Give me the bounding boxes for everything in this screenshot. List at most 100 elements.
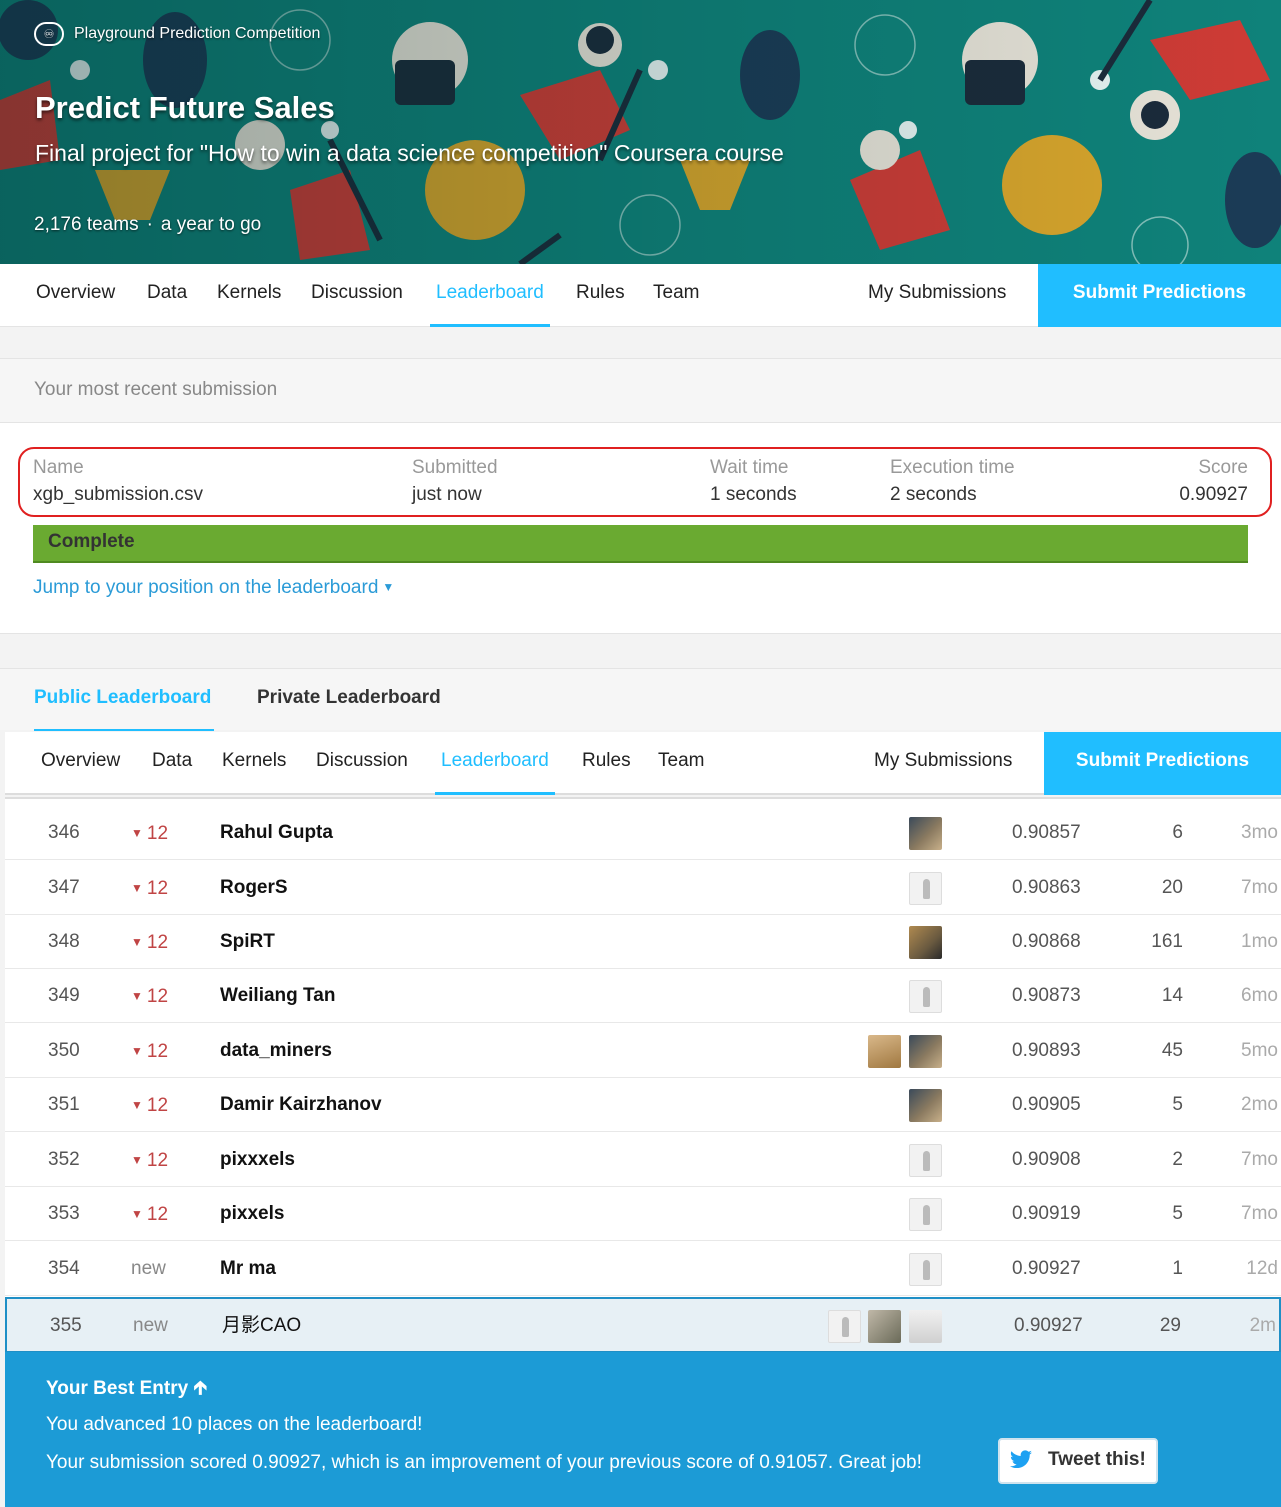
competition-nav: Overview Data Kernels Discussion Leaderb…	[0, 264, 1281, 327]
avatar[interactable]	[909, 817, 942, 850]
tab-discussion[interactable]: Discussion	[311, 264, 403, 327]
score: 0.90927	[1014, 1315, 1083, 1336]
jump-to-position-link[interactable]: Jump to your position on the leaderboard…	[33, 577, 394, 599]
team-name[interactable]: pixxels	[220, 1187, 284, 1241]
tab-team[interactable]: Team	[653, 264, 699, 327]
tab-kernels[interactable]: Kernels	[217, 264, 281, 327]
table-row[interactable]: 347 ▼ 12 RogerS 0.90863 20 7mo	[5, 861, 1281, 915]
rank-change: ▼ 12	[131, 1150, 169, 1171]
tab-data[interactable]: Data	[147, 264, 187, 327]
default-avatar[interactable]	[909, 980, 942, 1013]
team-name[interactable]: pixxxels	[220, 1133, 295, 1187]
submitted-header: Submitted	[412, 457, 498, 478]
table-row[interactable]: 351 ▼ 12 Damir Kairzhanov 0.90905 5 2mo	[5, 1078, 1281, 1132]
team-name[interactable]: Rahul Gupta	[220, 806, 333, 860]
submission-summary: Name xgb_submission.csv Submitted just n…	[18, 447, 1272, 517]
team-name[interactable]: Mr ma	[220, 1242, 276, 1296]
team-name[interactable]: data_miners	[220, 1024, 332, 1078]
default-avatar[interactable]	[909, 1253, 942, 1286]
tab-overview[interactable]: Overview	[36, 264, 115, 327]
score-improvement-message: Your submission scored 0.90927, which is…	[46, 1452, 922, 1473]
submit-predictions-button[interactable]: Submit Predictions	[1038, 264, 1281, 327]
avatar[interactable]	[868, 1310, 901, 1343]
team-name[interactable]: SpiRT	[220, 915, 275, 969]
competition-title: Predict Future Sales	[35, 90, 335, 125]
entries: 14	[1161, 985, 1183, 1006]
submitted-value: just now	[412, 484, 482, 505]
execution-time-header: Execution time	[890, 457, 1015, 478]
tab-rules[interactable]: Rules	[582, 732, 631, 795]
submission-filename: xgb_submission.csv	[33, 484, 204, 505]
table-row[interactable]: 352 ▼ 12 pixxxels 0.90908 2 7mo	[5, 1133, 1281, 1187]
score: 0.90908	[1012, 1149, 1081, 1170]
submit-predictions-button[interactable]: Submit Predictions	[1044, 732, 1281, 795]
tab-data[interactable]: Data	[152, 732, 192, 795]
down-arrow-icon: ▼	[131, 1153, 143, 1167]
deadline: a year to go	[160, 214, 262, 235]
score: 0.90905	[1012, 1094, 1081, 1115]
tab-leaderboard[interactable]: Leaderboard	[435, 732, 555, 795]
table-row[interactable]: 349 ▼ 12 Weiliang Tan 0.90873 14 6mo	[5, 969, 1281, 1023]
tab-team[interactable]: Team	[658, 732, 704, 795]
score: 0.90927	[1012, 1258, 1081, 1279]
score: 0.90863	[1012, 877, 1081, 898]
entries: 6	[1172, 822, 1183, 843]
tab-overview[interactable]: Overview	[41, 732, 120, 795]
rank: 355	[50, 1315, 82, 1336]
team-name[interactable]: Damir Kairzhanov	[220, 1078, 382, 1132]
playground-icon: ♾	[34, 22, 64, 46]
rank: 347	[48, 877, 80, 898]
default-avatar[interactable]	[909, 1198, 942, 1231]
last-submission: 7mo	[1241, 877, 1278, 898]
avatar[interactable]	[909, 1035, 942, 1068]
tab-kernels[interactable]: Kernels	[222, 732, 286, 795]
avatar[interactable]	[909, 1089, 942, 1122]
table-row[interactable]: 346 ▼ 12 Rahul Gupta 0.90857 6 3mo	[5, 806, 1281, 860]
rank-change: ▼ 12	[131, 1095, 169, 1116]
tab-private-leaderboard[interactable]: Private Leaderboard	[257, 687, 441, 709]
entries: 20	[1161, 877, 1183, 898]
entries: 29	[1159, 1315, 1181, 1336]
avatar[interactable]	[868, 1035, 901, 1068]
rank: 352	[48, 1149, 80, 1170]
my-submissions-link[interactable]: My Submissions	[874, 732, 1012, 795]
table-row[interactable]: 348 ▼ 12 SpiRT 0.90868 161 1mo	[5, 915, 1281, 969]
last-submission: 2mo	[1241, 1094, 1278, 1115]
rank-change: ▼ 12	[131, 878, 169, 899]
table-row[interactable]: 354 new Mr ma 0.90927 1 12d	[5, 1242, 1281, 1296]
avatar[interactable]	[909, 926, 942, 959]
table-row[interactable]: 350 ▼ 12 data_miners 0.90893 45 5mo	[5, 1024, 1281, 1078]
table-row[interactable]: 353 ▼ 12 pixxels 0.90919 5 7mo	[5, 1187, 1281, 1241]
team-name[interactable]: Weiliang Tan	[220, 969, 335, 1023]
down-arrow-icon: ▼	[131, 935, 143, 949]
my-submissions-link[interactable]: My Submissions	[868, 264, 1006, 327]
rank-change: ▼ 12	[131, 1204, 169, 1225]
default-avatar[interactable]	[909, 872, 942, 905]
name-header: Name	[33, 457, 84, 478]
rank: 353	[48, 1203, 80, 1224]
default-avatar[interactable]	[828, 1310, 861, 1343]
rank: 354	[48, 1258, 80, 1279]
tab-discussion[interactable]: Discussion	[316, 732, 408, 795]
down-arrow-icon: ▼	[131, 1044, 143, 1058]
down-arrow-icon: ▼	[131, 989, 143, 1003]
competition-meta: 2,176 teams · a year to go	[34, 214, 262, 235]
entries: 161	[1151, 931, 1183, 952]
tab-leaderboard[interactable]: Leaderboard	[430, 264, 550, 327]
tab-public-leaderboard[interactable]: Public Leaderboard	[34, 687, 215, 731]
rank: 349	[48, 985, 80, 1006]
tweet-button[interactable]: Tweet this!	[998, 1438, 1158, 1484]
last-submission: 3mo	[1241, 822, 1278, 843]
last-submission: 6mo	[1241, 985, 1278, 1006]
last-submission: 7mo	[1241, 1203, 1278, 1224]
default-avatar[interactable]	[909, 1144, 942, 1177]
entries: 5	[1172, 1203, 1183, 1224]
table-row-current-user[interactable]: 355 new 月影CAO 0.90927 29 2m	[5, 1297, 1281, 1353]
avatar[interactable]	[909, 1310, 942, 1343]
competition-header: ♾ Playground Prediction Competition Pred…	[0, 0, 1281, 264]
team-name[interactable]: 月影CAO	[222, 1299, 301, 1353]
down-arrow-icon: ▼	[131, 881, 143, 895]
team-name[interactable]: RogerS	[220, 861, 288, 915]
competition-type: ♾ Playground Prediction Competition	[34, 22, 320, 46]
tab-rules[interactable]: Rules	[576, 264, 625, 327]
